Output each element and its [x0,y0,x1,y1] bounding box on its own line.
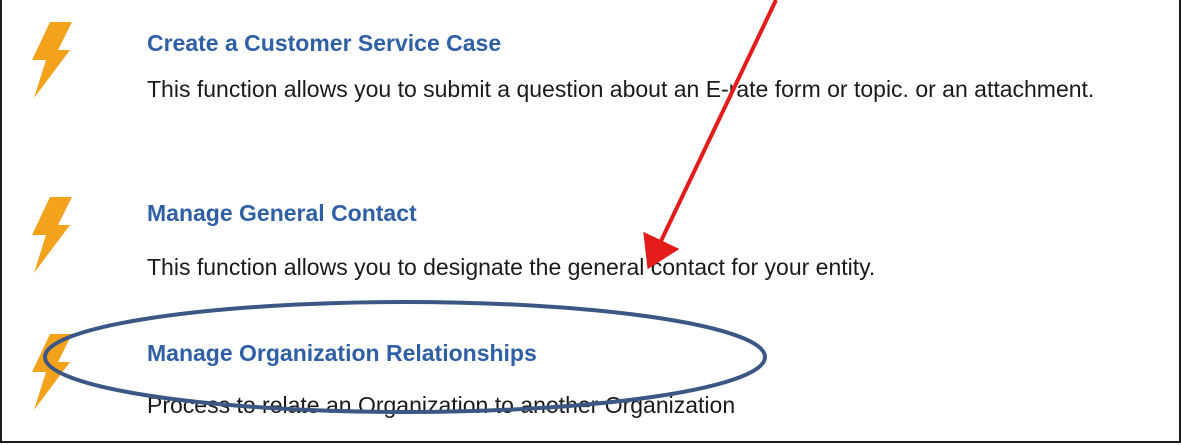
create-customer-service-case-link[interactable]: Create a Customer Service Case [147,30,501,57]
manage-organization-relationships-link[interactable]: Manage Organization Relationships [147,340,537,367]
manage-organization-relationships-description: Process to relate an Organization to ano… [147,392,736,418]
create-customer-service-case-description: This function allows you to submit a que… [147,76,1095,102]
lightning-bolt-icon [32,334,72,410]
manage-general-contact-description: This function allows you to designate th… [147,254,876,280]
lightning-bolt-icon [32,197,72,273]
lightning-bolt-icon [32,22,72,98]
manage-general-contact-link[interactable]: Manage General Contact [147,200,417,227]
